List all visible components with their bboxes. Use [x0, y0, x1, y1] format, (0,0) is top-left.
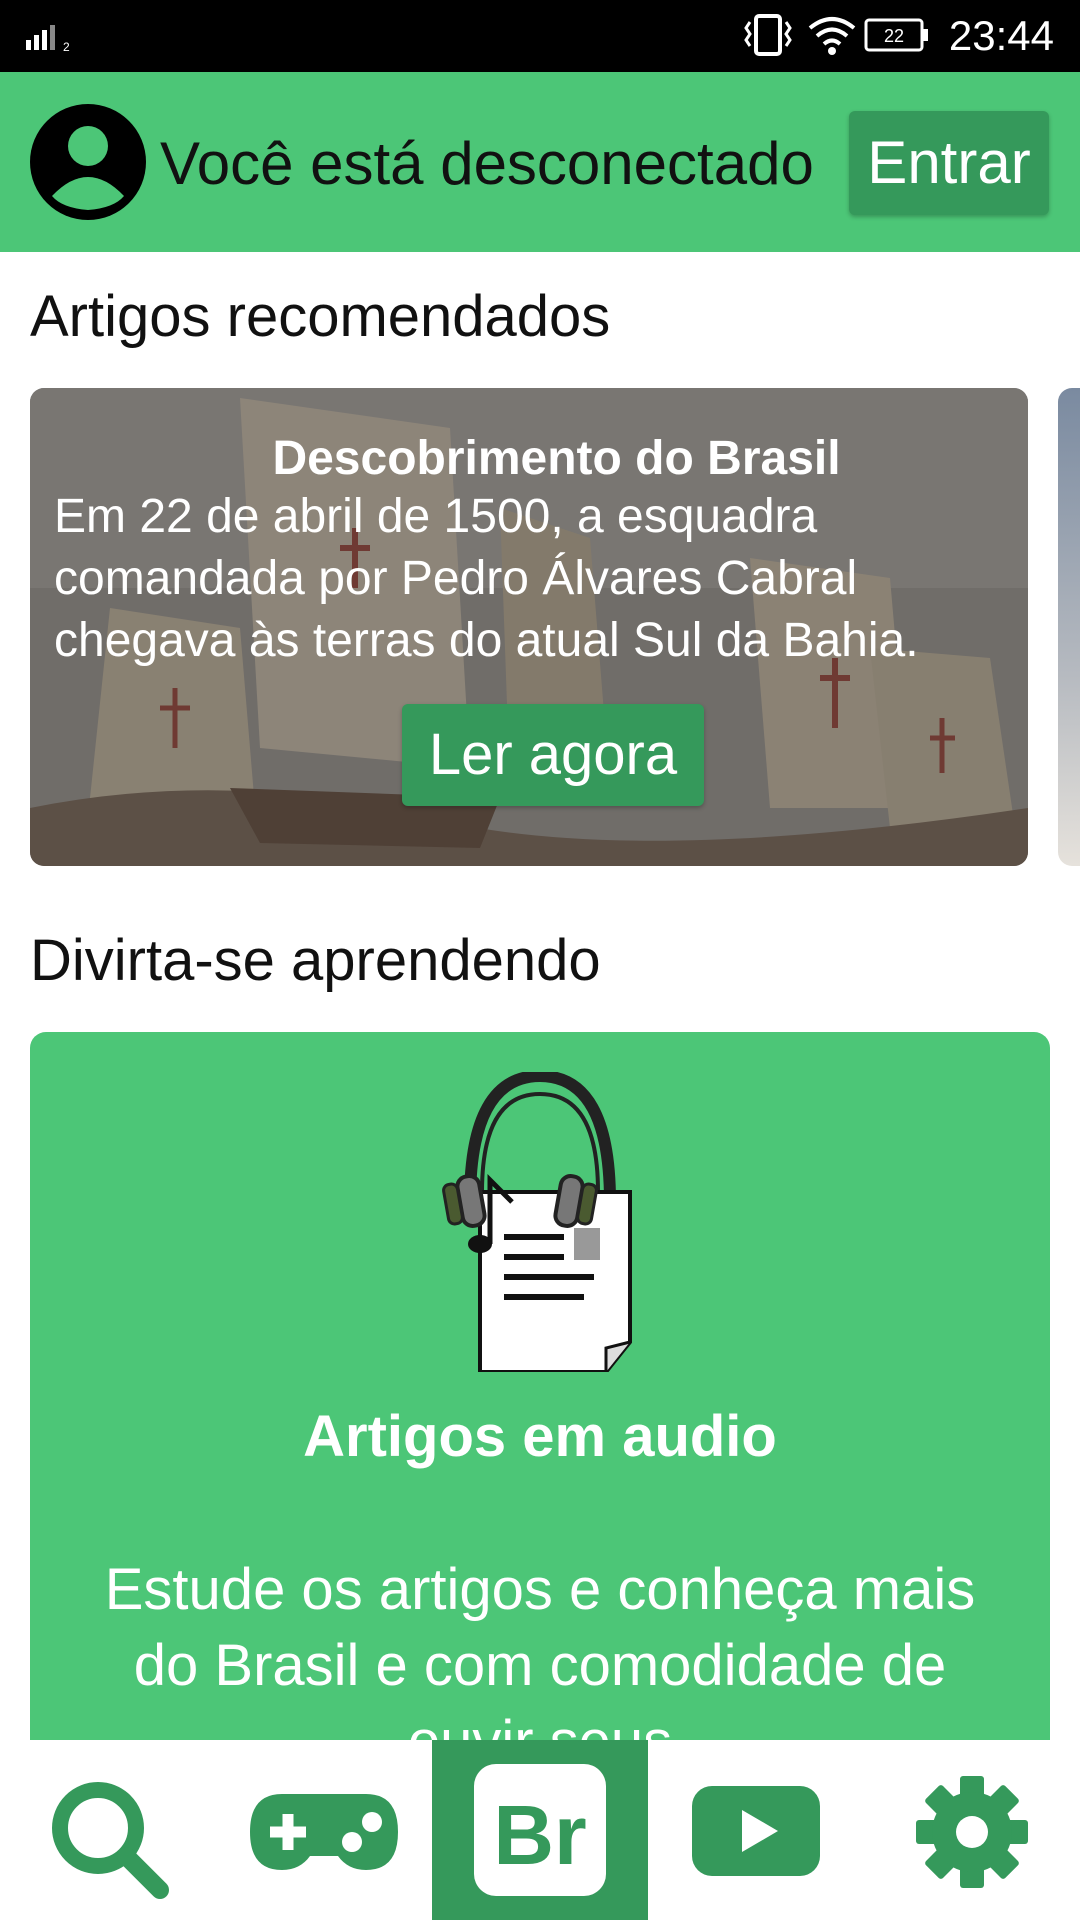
status-bar: 2 22 23:44 — [0, 0, 1080, 72]
vibrate-icon — [744, 14, 792, 56]
wifi-icon — [808, 17, 856, 55]
nav-games[interactable] — [216, 1740, 432, 1920]
login-button[interactable]: Entrar — [849, 111, 1049, 215]
next-article-card[interactable] — [1058, 388, 1080, 866]
audio-article-icon — [442, 1072, 632, 1372]
recommended-section-title: Artigos recomendados — [30, 284, 611, 349]
search-icon — [52, 1782, 169, 1899]
login-header: Você está desconectado Entrar — [0, 72, 1080, 252]
login-status-text: Você está desconectado — [160, 130, 814, 197]
article-card[interactable]: Descobrimento do Brasil Em 22 de abril d… — [30, 388, 1028, 866]
audio-articles-card[interactable]: Artigos em audio Estude os artigos e con… — [30, 1032, 1050, 1792]
nav-home[interactable]: Br — [432, 1740, 648, 1920]
nav-search[interactable] — [0, 1740, 216, 1920]
gear-icon — [916, 1776, 1028, 1888]
read-now-button[interactable]: Ler agora — [402, 704, 704, 806]
signal-icon: 2 — [26, 25, 70, 52]
nav-settings[interactable] — [864, 1740, 1080, 1920]
fun-section-title: Divirta-se aprendendo — [30, 928, 601, 993]
clock: 23:44 — [948, 12, 1054, 59]
svg-text:Br: Br — [493, 1788, 586, 1882]
avatar-icon[interactable] — [30, 104, 146, 220]
article-summary: Em 22 de abril de 1500, a esquadra coman… — [54, 490, 919, 667]
svg-text:2: 2 — [63, 40, 70, 52]
nav-videos[interactable] — [648, 1740, 864, 1920]
video-play-icon — [692, 1786, 820, 1876]
audio-articles-title: Artigos em audio — [303, 1404, 777, 1469]
bottom-navigation: Br — [0, 1740, 1080, 1920]
home-br-icon: Br — [474, 1764, 606, 1896]
battery-icon: 22 — [864, 18, 928, 52]
gamepad-icon — [250, 1794, 398, 1870]
svg-text:22: 22 — [884, 26, 904, 46]
article-title: Descobrimento do Brasil — [272, 432, 841, 485]
